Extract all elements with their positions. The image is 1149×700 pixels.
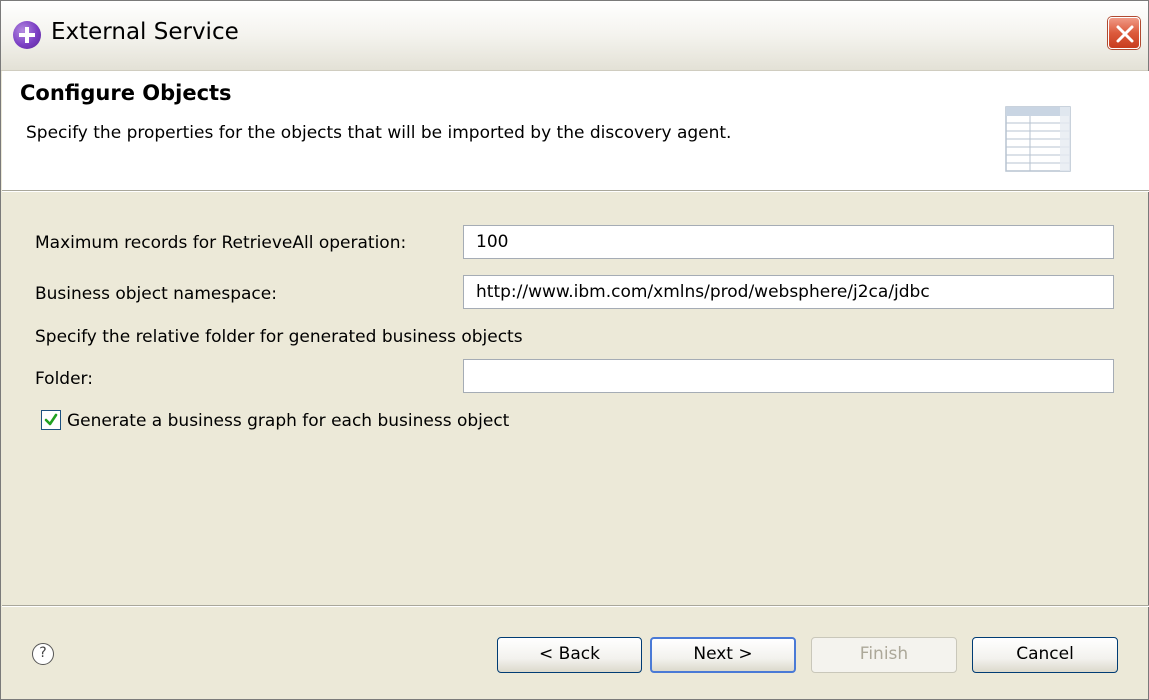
- business-graph-label[interactable]: Generate a business graph for each busin…: [67, 411, 509, 431]
- folder-field[interactable]: [463, 359, 1114, 393]
- cancel-button[interactable]: Cancel: [972, 637, 1118, 673]
- folder-hint: Specify the relative folder for generate…: [35, 327, 523, 347]
- max-records-label: Maximum records for RetrieveAll operatio…: [35, 233, 407, 253]
- close-icon: [1116, 25, 1134, 43]
- window-title: External Service: [51, 19, 239, 45]
- business-graph-checkbox[interactable]: [41, 410, 61, 430]
- namespace-field[interactable]: http://www.ibm.com/xmlns/prod/websphere/…: [463, 275, 1114, 309]
- max-records-field[interactable]: 100: [463, 225, 1114, 259]
- page-description: Specify the properties for the objects t…: [26, 123, 732, 143]
- folder-label: Folder:: [35, 369, 93, 389]
- header-divider-highlight: [2, 191, 1149, 192]
- checkmark-icon: [44, 413, 58, 426]
- close-button[interactable]: [1108, 17, 1140, 49]
- help-icon[interactable]: ?: [32, 643, 54, 665]
- title-bar: External Service: [1, 1, 1148, 71]
- namespace-label: Business object namespace:: [35, 284, 277, 304]
- footer-divider-highlight: [2, 606, 1149, 607]
- next-button[interactable]: Next >: [650, 637, 796, 673]
- external-service-dialog: External Service Configure Objects Speci…: [0, 0, 1149, 700]
- back-button[interactable]: < Back: [497, 637, 642, 673]
- page-header: Configure Objects Specify the properties…: [2, 71, 1149, 190]
- finish-button[interactable]: Finish: [811, 637, 957, 673]
- page-title: Configure Objects: [20, 81, 232, 105]
- app-icon: [13, 21, 41, 49]
- table-icon: [1005, 106, 1071, 172]
